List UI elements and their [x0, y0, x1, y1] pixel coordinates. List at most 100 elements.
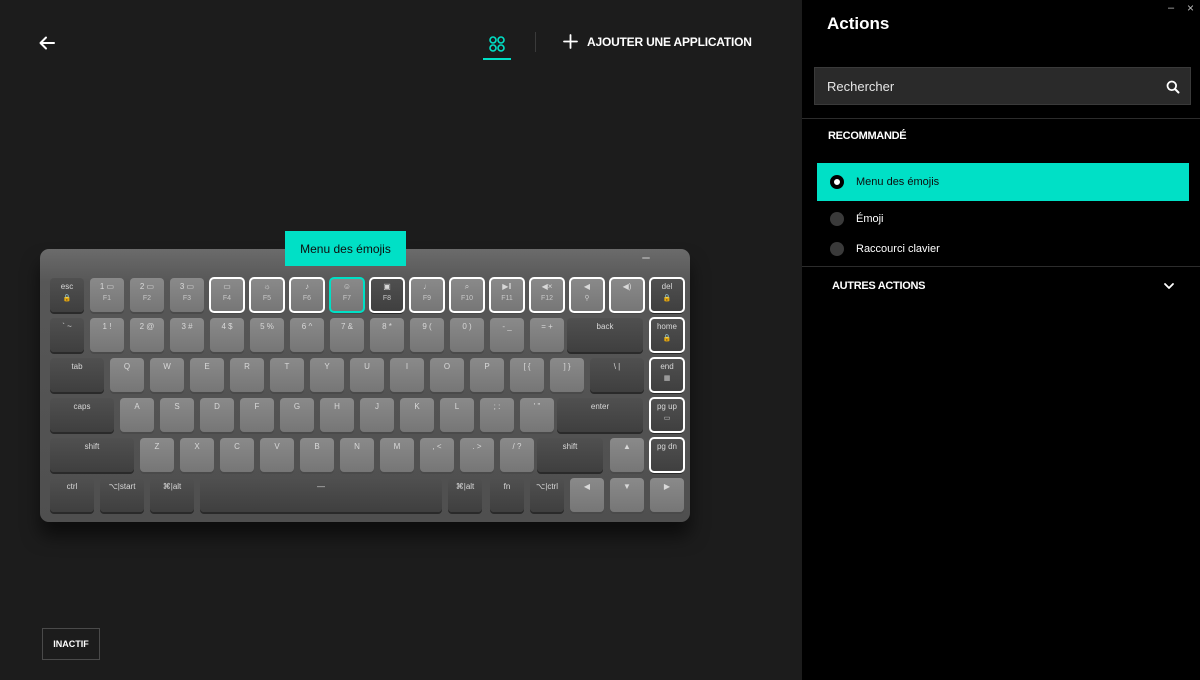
keyboard-key[interactable]: 4 $ [210, 318, 244, 352]
keyboard-key[interactable]: ☺ F7 [329, 277, 365, 313]
keyboard-key[interactable]: shift [537, 438, 603, 472]
keyboard-key[interactable]: 2 ▭ F2 [130, 278, 164, 312]
keyboard-key[interactable]: K [400, 398, 434, 432]
keyboard-key[interactable]: I [390, 358, 424, 392]
keyboard-key[interactable]: W [150, 358, 184, 392]
keyboard-key[interactable]: ▭ F4 [209, 277, 245, 313]
search-icon[interactable] [1166, 80, 1180, 94]
keyboard-key[interactable]: E [190, 358, 224, 392]
keyboard-key[interactable]: H [320, 398, 354, 432]
keyboard-key[interactable]: ◀ ⚲ [569, 277, 605, 313]
keyboard-key[interactable]: ` ~ [50, 318, 84, 352]
keyboard-key[interactable]: B [300, 438, 334, 472]
keyboard-key[interactable]: D [200, 398, 234, 432]
keyboard-key[interactable]: ♪ F6 [289, 277, 325, 313]
keyboard-key[interactable]: T [270, 358, 304, 392]
back-button[interactable] [36, 32, 58, 54]
keyboard-key[interactable]: ☼ F5 [249, 277, 285, 313]
tab-all-apps[interactable] [483, 30, 511, 60]
keyboard-key[interactable]: = + [530, 318, 564, 352]
keyboard-key[interactable]: \ | [590, 358, 644, 392]
keyboard-key[interactable]: O [430, 358, 464, 392]
keyboard-key[interactable]: pg dn [649, 437, 685, 473]
keyboard-key[interactable]: 6 ^ [290, 318, 324, 352]
keyboard-key[interactable]: ▶‖ F11 [489, 277, 525, 313]
chevron-down-icon[interactable] [1163, 280, 1175, 292]
keyboard-key[interactable]: tab [50, 358, 104, 392]
keyboard-key[interactable]: 0 ) [450, 318, 484, 352]
keyboard-key[interactable]: ⌘|alt [448, 478, 482, 512]
keyboard-key[interactable]: — [200, 478, 442, 512]
keyboard-key[interactable]: ♩ F9 [409, 277, 445, 313]
keyboard-key[interactable]: X [180, 438, 214, 472]
radio-button-selected[interactable] [830, 175, 844, 189]
keyboard-key[interactable]: esc 🔒 [50, 278, 84, 312]
more-actions-heading[interactable]: AUTRES ACTIONS [832, 280, 925, 292]
keyboard-key[interactable]: 3 # [170, 318, 204, 352]
keyboard-key[interactable]: 1 ▭ F1 [90, 278, 124, 312]
window-minimize-button[interactable]: – [1168, 2, 1174, 14]
window-close-button[interactable]: × [1187, 1, 1194, 15]
keyboard-key[interactable]: - _ [490, 318, 524, 352]
keyboard-key[interactable]: V [260, 438, 294, 472]
keyboard-key[interactable]: ⌘|alt [150, 478, 194, 512]
keyboard-key[interactable]: 3 ▭ F3 [170, 278, 204, 312]
keyboard-key[interactable]: pg up ▭ [649, 397, 685, 433]
keyboard-key[interactable]: 8 * [370, 318, 404, 352]
keyboard-key[interactable]: Q [110, 358, 144, 392]
keyboard-key[interactable]: F [240, 398, 274, 432]
keyboard-key[interactable]: 5 % [250, 318, 284, 352]
keyboard-key[interactable]: 7 & [330, 318, 364, 352]
keyboard-key[interactable]: Y [310, 358, 344, 392]
keyboard-key[interactable]: R [230, 358, 264, 392]
radio-button[interactable] [830, 212, 844, 226]
keyboard-key[interactable]: caps [50, 398, 114, 432]
keyboard-key[interactable]: ⌥|ctrl [530, 478, 564, 512]
keyboard-key[interactable]: / ? [500, 438, 534, 472]
keyboard-key[interactable]: S [160, 398, 194, 432]
keyboard-key[interactable]: ◀ [570, 478, 604, 512]
keyboard-key[interactable]: ▼ [610, 478, 644, 512]
keyboard-key[interactable]: Z [140, 438, 174, 472]
keyboard-key[interactable]: , < [420, 438, 454, 472]
keyboard-key[interactable]: del 🔒 [649, 277, 685, 313]
keyboard-key[interactable]: end ▦ [649, 357, 685, 393]
keyboard-key[interactable]: ▣ F8 [369, 277, 405, 313]
keyboard-key[interactable]: ⌕ F10 [449, 277, 485, 313]
keyboard-key[interactable]: 9 ( [410, 318, 444, 352]
keyboard-key[interactable]: ▲ [610, 438, 644, 472]
keyboard-key[interactable]: ◀× F12 [529, 277, 565, 313]
keyboard-key[interactable]: C [220, 438, 254, 472]
keyboard-key[interactable]: ; : [480, 398, 514, 432]
add-application-button[interactable]: AJOUTER UNE APPLICATION [563, 34, 752, 49]
keyboard-key[interactable]: P [470, 358, 504, 392]
keyboard-key[interactable]: home 🔒 [649, 317, 685, 353]
search-input[interactable] [815, 68, 1155, 104]
keyboard-key[interactable]: U [350, 358, 384, 392]
inactive-button[interactable]: INACTIF [42, 628, 100, 660]
keyboard-key[interactable]: shift [50, 438, 134, 472]
keyboard-key[interactable]: J [360, 398, 394, 432]
keyboard-key[interactable]: back [567, 318, 643, 352]
keyboard-key[interactable]: G [280, 398, 314, 432]
radio-button[interactable] [830, 242, 844, 256]
keyboard-key[interactable]: L [440, 398, 474, 432]
keyboard-key[interactable]: ' " [520, 398, 554, 432]
option-emoji-menu[interactable]: Menu des émojis [817, 163, 1189, 201]
keyboard-key[interactable]: ctrl [50, 478, 94, 512]
keyboard-key[interactable]: ] } [550, 358, 584, 392]
keyboard-key[interactable]: N [340, 438, 374, 472]
key-sublabel: F2 [142, 295, 152, 302]
keyboard-key[interactable]: ▶ [650, 478, 684, 512]
keyboard-key[interactable]: [ { [510, 358, 544, 392]
keyboard-key[interactable]: enter [557, 398, 643, 432]
keyboard-key[interactable]: 2 @ [130, 318, 164, 352]
keyboard-key[interactable]: fn [490, 478, 524, 512]
keyboard-key[interactable]: . > [460, 438, 494, 472]
keyboard-key[interactable]: ⌥|start [100, 478, 144, 512]
keyboard-key[interactable]: ◀) [609, 277, 645, 313]
keyboard-key[interactable]: 1 ! [90, 318, 124, 352]
keyboard-key[interactable]: A [120, 398, 154, 432]
option-keyboard-shortcut[interactable]: Raccourci clavier [817, 230, 1189, 268]
keyboard-key[interactable]: M [380, 438, 414, 472]
